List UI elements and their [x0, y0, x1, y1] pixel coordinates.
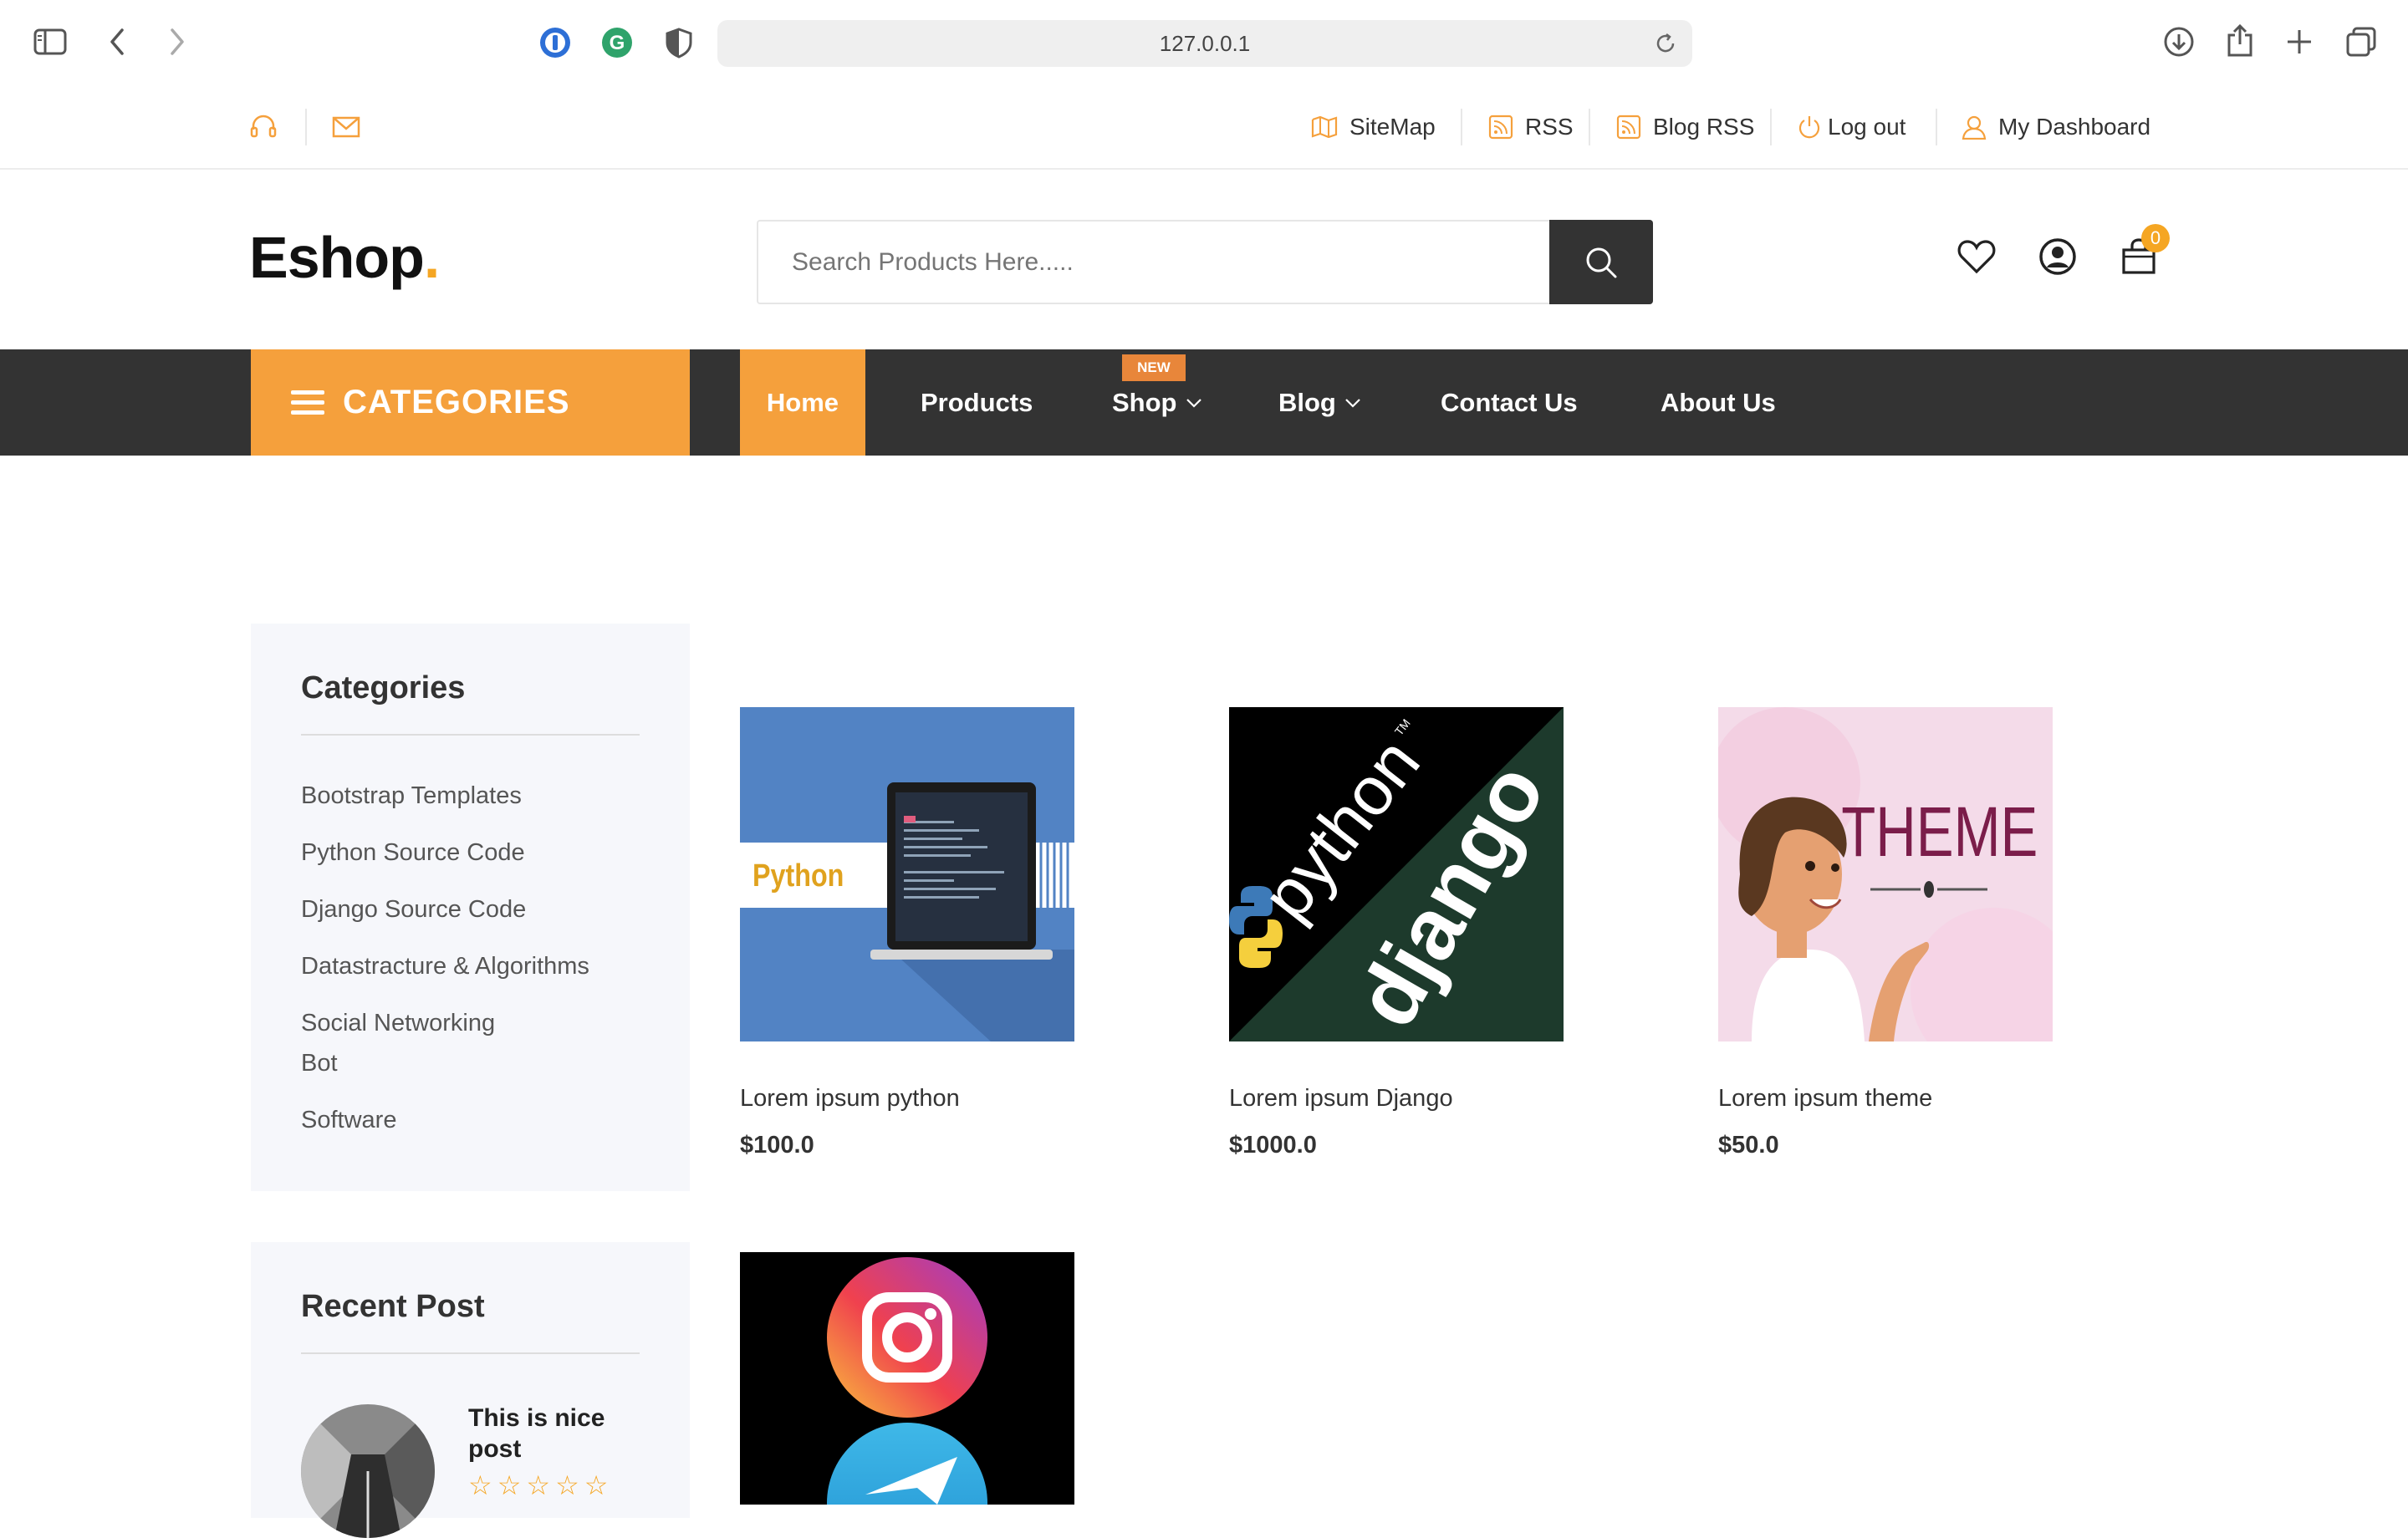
download-icon[interactable] [2161, 23, 2197, 60]
address-bar[interactable]: 127.0.0.1 [717, 20, 1692, 67]
nav-contact[interactable]: Contact Us [1441, 349, 1578, 456]
shield-icon[interactable] [661, 24, 697, 61]
chevron-down-icon [1186, 398, 1201, 408]
user-icon [1962, 115, 1987, 140]
forward-icon[interactable] [159, 23, 196, 60]
reload-icon[interactable] [1647, 25, 1684, 62]
product-price: $1000.0 [1229, 1132, 1317, 1159]
product-title[interactable]: Lorem ipsum python [740, 1085, 960, 1113]
logo-text: Eshop [249, 225, 425, 290]
sidebar-toggle-icon[interactable] [32, 23, 69, 60]
site-logo[interactable]: Eshop. [249, 224, 440, 291]
categories-widget: Categories Bootstrap Templates Python So… [251, 624, 690, 1191]
logo-dot: . [423, 225, 440, 290]
nav-contact-label: Contact Us [1441, 387, 1578, 417]
categories-title: Categories [301, 670, 466, 705]
password-manager-icon[interactable] [537, 24, 574, 61]
nav-products[interactable]: Products [921, 349, 1033, 456]
new-badge: NEW [1122, 354, 1186, 381]
recent-post-link[interactable]: This is nice post [468, 1403, 652, 1464]
new-tab-icon[interactable] [2281, 23, 2318, 60]
nav-products-label: Products [921, 387, 1033, 417]
blog-rss-link[interactable]: Blog RSS [1616, 84, 1754, 170]
nav-home[interactable]: Home [740, 349, 865, 456]
category-link[interactable]: Software [301, 1100, 396, 1140]
recent-post-title: Recent Post [301, 1289, 485, 1324]
rating-stars: ☆☆☆☆☆ [468, 1470, 614, 1500]
product-image-label: THEME [1841, 793, 2038, 872]
nav-about-label: About Us [1661, 387, 1776, 417]
tab-overview-icon[interactable] [2343, 23, 2380, 60]
category-link[interactable]: Django Source Code [301, 889, 526, 929]
product-image[interactable] [740, 1252, 1074, 1505]
divider [1770, 109, 1772, 145]
nav-shop-label: Shop [1112, 387, 1177, 417]
share-icon[interactable] [2222, 22, 2258, 59]
product-price: $100.0 [740, 1132, 814, 1159]
product-image[interactable]: python TM django [1229, 707, 1564, 1041]
rss-icon [1616, 115, 1641, 139]
search-form [757, 220, 1653, 304]
svg-text:G: G [610, 32, 625, 54]
category-link[interactable]: Bootstrap Templates [301, 776, 522, 816]
rss-label: RSS [1525, 113, 1574, 140]
categories-label: CATEGORIES [343, 384, 570, 420]
sitemap-link[interactable]: SiteMap [1311, 84, 1436, 170]
search-input[interactable] [758, 222, 1551, 303]
category-link[interactable]: Datastracture & Algorithms [301, 946, 589, 986]
url-text: 127.0.0.1 [1159, 31, 1251, 56]
category-link[interactable]: Python Source Code [301, 833, 525, 873]
divider [301, 1352, 640, 1354]
dashboard-link[interactable]: My Dashboard [1962, 84, 2150, 170]
recent-post-thumbnail[interactable] [301, 1404, 435, 1538]
search-icon [1586, 247, 1617, 278]
category-link[interactable]: Bot [301, 1043, 338, 1083]
product-title[interactable]: Lorem ipsum Django [1229, 1085, 1453, 1113]
map-icon [1311, 115, 1338, 138]
cart-count-badge: 0 [2141, 224, 2170, 252]
product-title[interactable]: Lorem ipsum theme [1718, 1085, 1932, 1113]
sitemap-label: SiteMap [1349, 113, 1436, 140]
back-icon[interactable] [99, 23, 135, 60]
category-link[interactable]: Social Networking [301, 1003, 495, 1043]
mail-icon[interactable] [328, 109, 365, 145]
blog-rss-label: Blog RSS [1653, 113, 1755, 140]
nav-home-label: Home [766, 387, 839, 417]
nav-blog-label: Blog [1278, 387, 1336, 417]
product-price: $50.0 [1718, 1132, 1779, 1159]
product-image[interactable]: Python [740, 707, 1074, 1041]
grammarly-icon[interactable]: G [599, 24, 635, 61]
rss-link[interactable]: RSS [1488, 84, 1574, 170]
browser-toolbar: G 127.0.0.1 [0, 0, 2408, 84]
headset-icon[interactable] [245, 109, 282, 145]
dashboard-label: My Dashboard [1998, 113, 2151, 140]
search-button[interactable] [1549, 220, 1653, 304]
divider [1461, 109, 1462, 145]
product-image-label: Python [752, 858, 844, 894]
nav-blog[interactable]: Blog [1278, 349, 1361, 456]
divider [1936, 109, 1937, 145]
account-icon[interactable] [2033, 232, 2083, 282]
product-image[interactable]: THEME [1718, 707, 2053, 1041]
logout-label: Log out [1828, 113, 1906, 140]
wishlist-icon[interactable] [1951, 232, 2002, 282]
hamburger-icon [291, 390, 324, 415]
chevron-down-icon [1345, 398, 1360, 408]
rss-icon [1488, 115, 1513, 139]
categories-menu-button[interactable]: CATEGORIES [251, 349, 690, 456]
divider [1589, 109, 1590, 145]
top-info-bar: SiteMap RSS Blog RSS Log out My Dashboar… [0, 84, 2408, 170]
logout-link[interactable]: Log out [1798, 84, 1905, 170]
nav-about[interactable]: About Us [1661, 349, 1776, 456]
power-icon [1798, 115, 1820, 138]
divider [305, 109, 307, 145]
divider [301, 734, 640, 736]
